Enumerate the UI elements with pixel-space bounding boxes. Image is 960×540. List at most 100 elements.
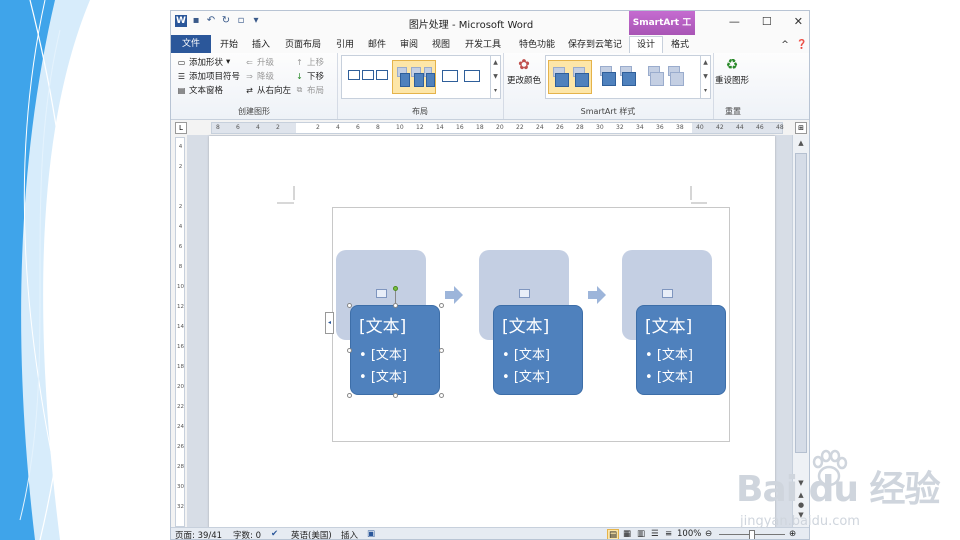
smartart-text-shape-2[interactable]: [文本] • [文本] • [文本]	[493, 305, 583, 395]
smartart-bullet[interactable]: • [文本]	[645, 366, 693, 385]
smartart-bullet[interactable]: • [文本]	[359, 344, 407, 363]
text-pane-icon: ▤	[177, 85, 186, 95]
redo-icon[interactable]: ↻	[220, 15, 232, 27]
tab-insert[interactable]: 插入	[247, 37, 275, 53]
zoom-level[interactable]: 100%	[677, 529, 701, 539]
help-icon[interactable]: ❓	[795, 37, 809, 53]
group-label-layouts: 布局	[412, 107, 428, 116]
ruler-tick-label: 6	[236, 124, 240, 131]
reset-graphic-button[interactable]: ♻ 重设图形	[715, 57, 749, 86]
styles-gallery[interactable]: ▲ ▼ ▾	[545, 55, 711, 99]
tab-stop-selector-icon[interactable]: L	[175, 122, 187, 134]
resize-handle[interactable]	[439, 303, 444, 308]
add-bullet-button[interactable]: ☰ 添加项目符号	[177, 70, 240, 83]
minimize-icon[interactable]: —	[729, 15, 740, 28]
smartart-title[interactable]: [文本]	[645, 312, 692, 337]
text-pane-button[interactable]: ▤ 文本窗格	[177, 84, 223, 97]
layouts-gallery[interactable]: ▲ ▼ ▾	[341, 55, 501, 99]
tab-view[interactable]: 视图	[427, 37, 455, 53]
layouts-gallery-scroll[interactable]: ▲ ▼ ▾	[490, 56, 500, 98]
ruler-tick-label: 12	[416, 124, 424, 131]
picture-placeholder-icon[interactable]	[662, 289, 673, 298]
layout-thumb-1[interactable]	[346, 60, 390, 94]
add-shape-button[interactable]: ▭ 添加形状 ▾	[177, 56, 231, 68]
collapse-ribbon-icon[interactable]: ^	[779, 37, 791, 53]
insert-mode[interactable]: 插入	[341, 529, 358, 539]
word-count[interactable]: 字数: 0	[233, 529, 261, 539]
ruler-tick-label: 32	[616, 124, 624, 131]
promote-button[interactable]: ⇐ 升级	[245, 56, 274, 69]
smartart-graphic[interactable]: [文本] • [文本] • [文本] [文本] • [文本] • [文本] [文…	[325, 207, 730, 442]
tab-special[interactable]: 特色功能	[513, 37, 561, 53]
tab-references[interactable]: 引用	[331, 37, 359, 53]
smartart-bullet[interactable]: • [文本]	[502, 344, 550, 363]
horizontal-ruler[interactable]: 8 6 4 2 2 4 6 8 10 12 14 16 18 20 22 24 26 28 30 32 34 36 38 40…	[211, 122, 784, 134]
draft-icon[interactable]: ≡	[665, 529, 672, 539]
resize-handle[interactable]	[393, 393, 398, 398]
tab-design[interactable]: 设计	[629, 36, 663, 54]
resize-handle[interactable]	[439, 348, 444, 353]
ruler-tick-label: 8	[376, 124, 380, 131]
smartart-title[interactable]: [文本]	[502, 312, 549, 337]
style-thumb-3[interactable]	[644, 60, 688, 94]
tab-page-layout[interactable]: 页面布局	[279, 37, 327, 53]
vertical-ruler[interactable]: 4 2 2 4 6 8 10 12 14 16 18 20 22 24 26 28 30 32	[175, 137, 185, 527]
baidu-watermark: Bai du 经验 jingyan.baidu.com	[730, 440, 950, 540]
style-thumb-1-selected[interactable]	[548, 60, 592, 94]
group-label-reset: 重置	[725, 107, 741, 116]
resize-handle[interactable]	[439, 393, 444, 398]
scrollbar-thumb[interactable]	[795, 153, 807, 453]
styles-gallery-scroll[interactable]: ▲ ▼ ▾	[700, 56, 710, 98]
new-document-icon[interactable]: ▫	[235, 15, 247, 27]
ruler-tick-label: 24	[177, 424, 184, 430]
tab-home[interactable]: 开始	[215, 37, 243, 53]
tab-format[interactable]: 格式	[665, 37, 695, 53]
picture-placeholder-icon[interactable]	[376, 289, 387, 298]
tab-developer[interactable]: 开发工具	[459, 37, 507, 53]
document-page[interactable]: [文本] • [文本] • [文本] [文本] • [文本] • [文本] [文…	[209, 136, 775, 528]
customize-toolbar-icon[interactable]: ▾	[250, 15, 262, 27]
smartart-text-shape-1[interactable]: [文本] • [文本] • [文本]	[350, 305, 440, 395]
maximize-icon[interactable]: ☐	[762, 15, 772, 28]
save-icon[interactable]: ▪	[190, 15, 202, 27]
ruler-row: L 8 6 4 2 2 4 6 8 10 12 14 16 18 20 22 24 26 28 30 32 34 36 38…	[171, 121, 809, 135]
layout-dropdown-button[interactable]: ⧉ 布局	[295, 84, 324, 96]
tab-mailings[interactable]: 邮件	[363, 37, 391, 53]
demote-button[interactable]: ⇒ 降级	[245, 70, 274, 83]
scroll-up-icon[interactable]: ▲	[796, 139, 806, 149]
web-layout-icon[interactable]: ▥	[637, 529, 645, 539]
watermark-site: jingyan.baidu.com	[740, 514, 860, 529]
smartart-title[interactable]: [文本]	[359, 312, 406, 337]
print-layout-icon[interactable]: ▤	[607, 529, 620, 539]
tab-file[interactable]: 文件	[171, 35, 211, 53]
move-down-button[interactable]: ↓ 下移	[295, 70, 324, 83]
right-to-left-button[interactable]: ⇄ 从右向左	[245, 84, 291, 97]
resize-handle[interactable]	[347, 348, 352, 353]
smartart-text-shape-3[interactable]: [文本] • [文本] • [文本]	[636, 305, 726, 395]
page-indicator[interactable]: 页面: 39/41	[175, 529, 222, 539]
undo-icon[interactable]: ↶	[205, 15, 217, 27]
smartart-bullet[interactable]: • [文本]	[359, 366, 407, 385]
smartart-bullet[interactable]: • [文本]	[645, 344, 693, 363]
view-ruler-icon[interactable]: ⊞	[795, 122, 807, 134]
picture-placeholder-icon[interactable]	[519, 289, 530, 298]
zoom-out-icon[interactable]: ⊖	[705, 529, 712, 539]
resize-handle[interactable]	[393, 303, 398, 308]
layout-thumb-2-selected[interactable]	[392, 60, 436, 94]
smartart-bullet[interactable]: • [文本]	[502, 366, 550, 385]
macro-icon[interactable]: ▣	[367, 529, 375, 539]
style-thumb-2[interactable]	[596, 60, 640, 94]
change-colors-button[interactable]: ✿ 更改颜色	[507, 57, 541, 86]
resize-handle[interactable]	[347, 393, 352, 398]
move-up-button[interactable]: ↑ 上移	[295, 56, 324, 69]
proofing-icon[interactable]: ✔	[271, 529, 278, 539]
outline-icon[interactable]: ☰	[651, 529, 659, 539]
layout-thumb-3[interactable]	[440, 60, 484, 94]
tab-cloud-notes[interactable]: 保存到云笔记	[565, 37, 625, 53]
resize-handle[interactable]	[347, 303, 352, 308]
language-indicator[interactable]: 英语(美国)	[291, 529, 332, 539]
close-icon[interactable]: ✕	[794, 15, 803, 28]
text-pane-toggle-icon[interactable]: ◂	[325, 312, 334, 334]
full-screen-reading-icon[interactable]: ▦	[623, 529, 631, 539]
tab-review[interactable]: 审阅	[395, 37, 423, 53]
